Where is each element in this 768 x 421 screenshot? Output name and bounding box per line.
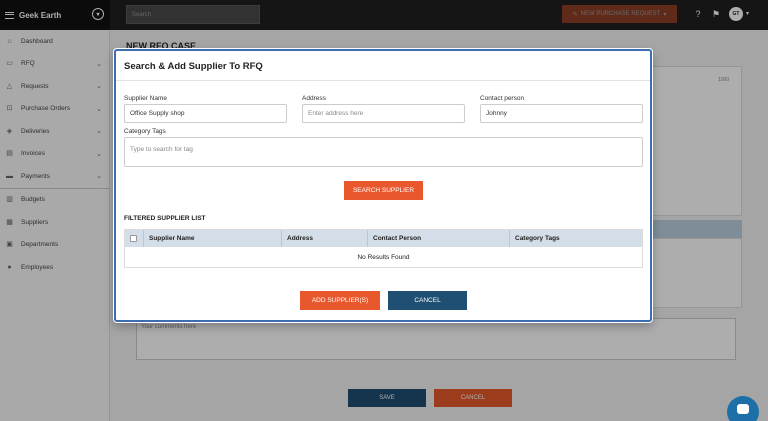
add-suppliers-button[interactable]: ADD SUPPLIER(S) [300,291,380,310]
supplier-table: Supplier Name Address Contact Person Cat… [124,229,643,268]
contact-person-label: Contact person [480,95,525,102]
supplier-name-field[interactable]: Office Supply shop [124,104,287,123]
address-label: Address [302,95,326,102]
select-all-checkbox[interactable] [130,235,137,242]
chat-bubble-icon [737,404,749,414]
search-supplier-button[interactable]: SEARCH SUPPLIER [344,181,423,200]
filtered-supplier-list-title: FILTERED SUPPLIER LIST [124,215,206,222]
select-all-cell [125,230,144,247]
column-header-address: Address [282,230,368,247]
contact-person-field[interactable]: Johnny [480,104,643,123]
modal-title: Search & Add Supplier To RFQ [124,61,263,72]
search-add-supplier-modal: Search & Add Supplier To RFQ Supplier Na… [114,49,652,322]
chat-button[interactable] [727,396,759,421]
empty-table-message: No Results Found [357,253,410,261]
category-tags-input[interactable]: Type to search for tag [124,137,643,167]
modal-divider [116,80,650,81]
column-header-supplier-name: Supplier Name [144,230,282,247]
table-header: Supplier Name Address Contact Person Cat… [125,230,642,247]
column-header-contact-person: Contact Person [368,230,510,247]
supplier-name-label: Supplier Name [124,95,167,102]
address-field[interactable]: Enter address here [302,104,465,123]
cancel-button[interactable]: CANCEL [388,291,467,310]
category-tags-label: Category Tags [124,128,166,135]
column-header-category-tags: Category Tags [515,235,560,242]
